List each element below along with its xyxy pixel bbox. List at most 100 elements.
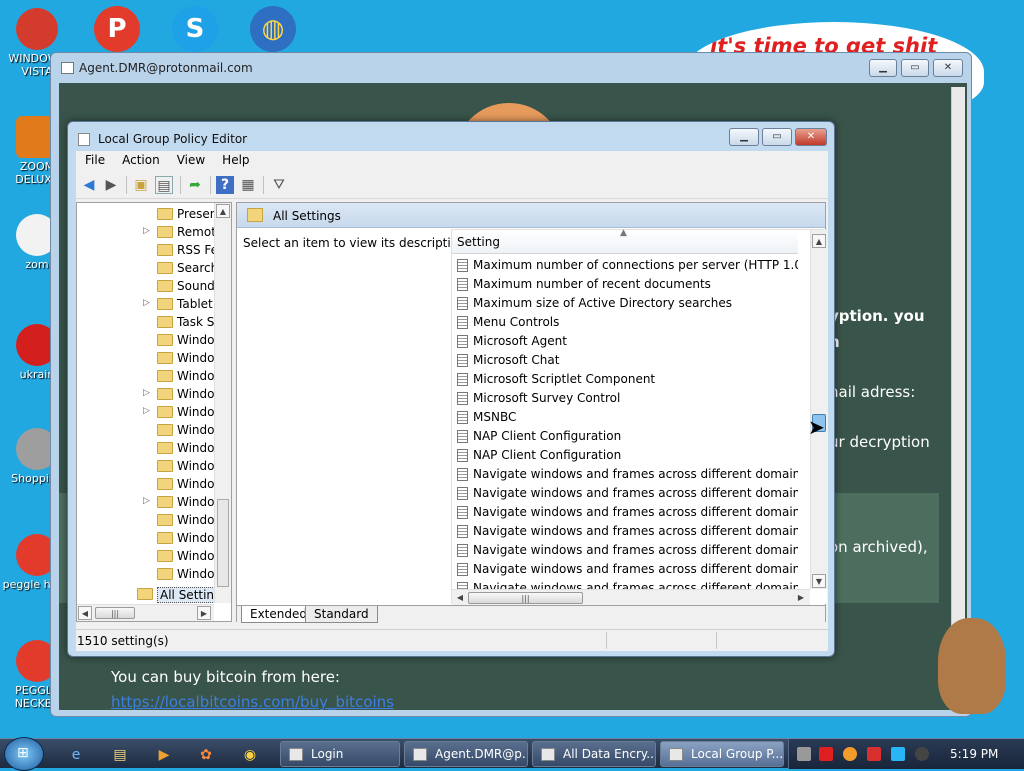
tree-item[interactable]: Windo xyxy=(77,565,227,583)
scroll-left-arrow-icon[interactable]: ◀ xyxy=(78,606,92,620)
export-list-icon[interactable]: ➦ xyxy=(186,176,204,194)
expand-arrow-icon[interactable]: ▷ xyxy=(143,388,150,398)
scroll-left-arrow-icon[interactable]: ◀ xyxy=(453,591,467,605)
tree-item[interactable]: Windo xyxy=(77,547,227,565)
back-arrow-icon[interactable]: ◀ xyxy=(80,176,98,194)
setting-row[interactable]: Microsoft Survey Control xyxy=(452,389,798,408)
setting-row[interactable]: Microsoft Agent xyxy=(452,332,798,351)
setting-row[interactable]: Maximum number of connections per server… xyxy=(452,256,798,275)
tree-item[interactable]: Search xyxy=(77,259,227,277)
tree-item[interactable]: Windo xyxy=(77,529,227,547)
tree-item[interactable]: ▷ Windo xyxy=(77,493,227,511)
settings-list[interactable]: ▲ Setting Maximum number of connections … xyxy=(451,228,827,605)
setting-row[interactable]: Microsoft Chat xyxy=(452,351,798,370)
close-button[interactable]: ✕ xyxy=(933,59,963,77)
tray-search-icon[interactable] xyxy=(843,747,857,761)
menu-file[interactable]: File xyxy=(76,151,113,167)
policy-tree[interactable]: Presen ▷ Remot RSS Fe Search Sound ▷ Tablet Task… xyxy=(76,202,232,622)
setting-row[interactable]: Navigate windows and frames across diffe… xyxy=(452,541,798,560)
task-login[interactable]: Login xyxy=(280,741,400,767)
title-bar[interactable]: Local Group Policy Editor ▁ ▭ ✕ xyxy=(68,122,834,150)
ransom-scrollbar[interactable] xyxy=(951,87,965,697)
expand-arrow-icon[interactable]: ▷ xyxy=(143,226,150,236)
tree-item[interactable]: ▷ Remot xyxy=(77,223,227,241)
column-header-setting[interactable]: ▲ Setting xyxy=(452,228,798,254)
setting-row[interactable]: Navigate windows and frames across diffe… xyxy=(452,484,798,503)
setting-row[interactable]: MSNBC xyxy=(452,408,798,427)
menu-help[interactable]: Help xyxy=(213,151,257,167)
setting-row[interactable]: Navigate windows and frames across diffe… xyxy=(452,560,798,579)
tray-icon[interactable] xyxy=(797,747,811,761)
tree-item[interactable]: Windo xyxy=(77,475,227,493)
tree-item[interactable]: Windo xyxy=(77,457,227,475)
up-folder-icon[interactable]: ▣ xyxy=(132,176,150,194)
tree-scroll-thumb[interactable] xyxy=(217,499,229,587)
globe-icon[interactable]: ◍ xyxy=(250,6,296,52)
peggle-icon[interactable]: P xyxy=(94,6,140,52)
setting-row[interactable]: Maximum number of recent documents xyxy=(452,275,798,294)
tree-item[interactable]: Windo xyxy=(77,367,227,385)
extended-view-icon[interactable]: ▦ xyxy=(239,176,257,194)
tree-item[interactable]: RSS Fe xyxy=(77,241,227,259)
tree-item[interactable]: Windo xyxy=(77,439,227,457)
setting-row[interactable]: NAP Client Configuration xyxy=(452,427,798,446)
skype-icon[interactable]: S xyxy=(172,6,218,52)
tree-item[interactable]: ▷ Windo xyxy=(77,385,227,403)
setting-row[interactable]: Menu Controls xyxy=(452,313,798,332)
list-horizontal-scrollbar[interactable]: ◀ ||| ▶ xyxy=(452,589,810,605)
expand-arrow-icon[interactable]: ▷ xyxy=(143,298,150,308)
maximize-button[interactable]: ▭ xyxy=(901,59,929,77)
tree-item[interactable]: Windo xyxy=(77,331,227,349)
menu-view[interactable]: View xyxy=(168,151,213,167)
task-local-group-policy[interactable]: Local Group P... xyxy=(660,741,784,767)
help-icon[interactable]: ? xyxy=(216,176,234,194)
setting-row[interactable]: Navigate windows and frames across diffe… xyxy=(452,522,798,541)
tree-horizontal-scrollbar[interactable]: ◀ ||| ▶ xyxy=(77,604,214,621)
scroll-right-arrow-icon[interactable]: ▶ xyxy=(794,591,808,605)
tree-item[interactable]: ▷ Windo xyxy=(77,403,227,421)
app-icon[interactable]: ✿ xyxy=(196,745,216,765)
setting-row[interactable]: Navigate windows and frames across diffe… xyxy=(452,503,798,522)
setting-row[interactable]: Microsoft Scriptlet Component xyxy=(452,370,798,389)
task-all-data-encrypted[interactable]: All Data Encry... xyxy=(532,741,656,767)
internet-explorer-icon[interactable]: e xyxy=(66,745,86,765)
list-vertical-scrollbar[interactable]: ▲ ▼ xyxy=(810,230,827,589)
tray-volume-icon[interactable] xyxy=(915,747,929,761)
tab-standard[interactable]: Standard xyxy=(305,606,378,623)
media-player-icon[interactable]: ▶ xyxy=(154,745,174,765)
explorer-folder-icon[interactable]: ▤ xyxy=(110,745,130,765)
forward-arrow-icon[interactable]: ▶ xyxy=(102,176,120,194)
tree-item[interactable]: ▷ Tablet xyxy=(77,295,227,313)
bitcoin-link[interactable]: https://localbitcoins.com/buy_bitcoins xyxy=(111,693,394,710)
tree-item[interactable]: Windo xyxy=(77,421,227,439)
tree-item[interactable]: Windo xyxy=(77,349,227,367)
clock[interactable]: 5:19 PM xyxy=(950,747,998,761)
setting-row[interactable]: Maximum size of Active Directory searche… xyxy=(452,294,798,313)
start-button[interactable]: ⊞ xyxy=(4,737,44,771)
scroll-right-arrow-icon[interactable]: ▶ xyxy=(197,606,211,620)
group-policy-editor-window[interactable]: Local Group Policy Editor ▁ ▭ ✕ File Acti… xyxy=(67,121,835,657)
expand-arrow-icon[interactable]: ▷ xyxy=(143,496,150,506)
tray-antivirus-icon[interactable] xyxy=(819,747,833,761)
setting-row[interactable]: NAP Client Configuration xyxy=(452,446,798,465)
setting-row[interactable]: Navigate windows and frames across diffe… xyxy=(452,465,798,484)
task-agent-dmr[interactable]: Agent.DMR@p... xyxy=(404,741,528,767)
show-hide-tree-icon[interactable]: ▤ xyxy=(155,176,173,194)
tree-vertical-scrollbar[interactable]: ▲ xyxy=(214,203,231,603)
scroll-up-arrow-icon[interactable]: ▲ xyxy=(216,204,230,218)
tree-item[interactable]: Presen xyxy=(77,205,227,223)
tree-hscroll-thumb[interactable]: ||| xyxy=(95,607,135,619)
tree-item[interactable]: Windo xyxy=(77,511,227,529)
minimize-button[interactable]: ▁ xyxy=(729,128,759,146)
tray-flag-icon[interactable] xyxy=(867,747,881,761)
filter-icon[interactable]: ⛛ xyxy=(270,176,288,194)
list-hscroll-thumb[interactable]: ||| xyxy=(468,592,583,604)
tree-item[interactable]: Sound xyxy=(77,277,227,295)
maximize-button[interactable]: ▭ xyxy=(762,128,792,146)
tree-item[interactable]: Task S xyxy=(77,313,227,331)
scroll-up-arrow-icon[interactable]: ▲ xyxy=(812,234,826,248)
menu-action[interactable]: Action xyxy=(113,151,168,167)
close-button[interactable]: ✕ xyxy=(795,128,827,146)
minimize-button[interactable]: ▁ xyxy=(869,59,897,77)
tray-network-icon[interactable] xyxy=(891,747,905,761)
